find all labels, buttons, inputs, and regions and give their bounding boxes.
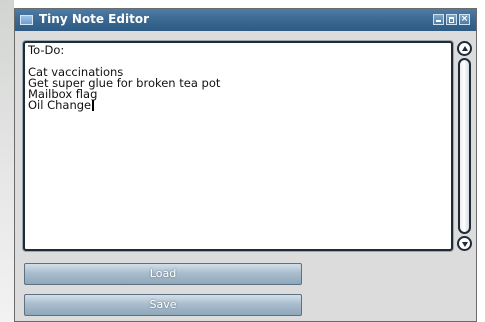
tiny-note-editor-window: Tiny Note Editor × To-Do: Cat vaccinatio…	[14, 8, 477, 322]
scroll-down-arrow-icon[interactable]	[457, 236, 472, 251]
text-cursor	[92, 100, 95, 111]
title-bar[interactable]: Tiny Note Editor ×	[15, 9, 476, 31]
desktop-background	[0, 0, 14, 322]
load-button[interactable]: Load	[24, 263, 302, 285]
note-window-icon	[20, 15, 33, 25]
note-text-area[interactable]: To-Do: Cat vaccinations Get super glue f…	[23, 41, 453, 251]
close-icon[interactable]: ×	[459, 14, 470, 25]
minimize-icon[interactable]	[433, 14, 444, 25]
desktop-background-right	[477, 0, 485, 322]
maximize-icon[interactable]	[446, 14, 457, 25]
note-text: To-Do: Cat vaccinations Get super glue f…	[28, 43, 221, 112]
save-button[interactable]: Save	[24, 294, 302, 316]
scrollbar-thumb[interactable]	[458, 58, 471, 234]
vertical-scrollbar[interactable]	[457, 41, 472, 251]
scroll-up-arrow-icon[interactable]	[457, 41, 472, 56]
window-title: Tiny Note Editor	[39, 12, 149, 26]
